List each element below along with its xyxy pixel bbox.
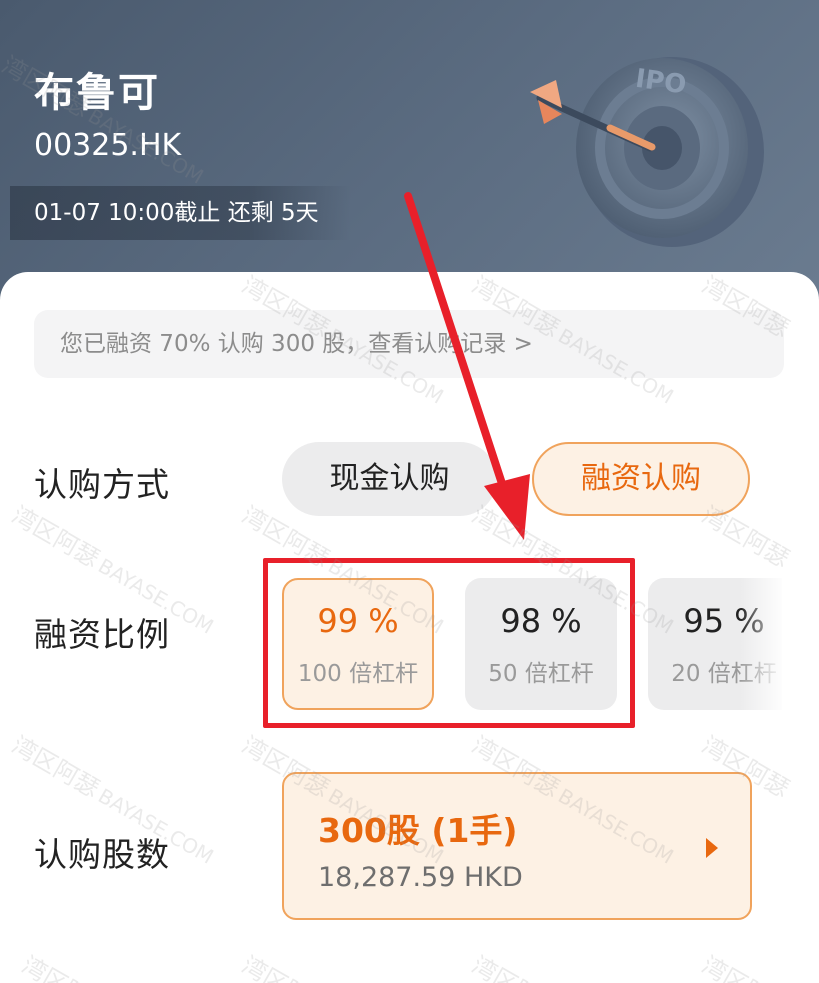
stock-code: 00325.HK bbox=[34, 128, 182, 163]
subscription-method-label: 认购方式 bbox=[34, 465, 170, 504]
chevron-right-icon bbox=[706, 838, 718, 858]
subscription-amount: 18,287.59 HKD bbox=[318, 862, 523, 893]
share-quantity-selector[interactable]: 300股 (1手) 18,287.59 HKD bbox=[282, 772, 752, 920]
share-quantity-value: 300股 (1手) bbox=[318, 811, 518, 850]
scroll-fade bbox=[740, 578, 784, 710]
cash-subscription-button[interactable]: 现金认购 bbox=[282, 442, 497, 516]
stock-name: 布鲁可 bbox=[34, 70, 160, 116]
financing-ratio-label: 融资比例 bbox=[34, 615, 170, 654]
financing-record-link[interactable]: 您已融资 70% 认购 300 股，查看认购记录 > bbox=[34, 310, 784, 378]
share-quantity-label: 认购股数 bbox=[34, 835, 170, 874]
margin-subscription-button[interactable]: 融资认购 bbox=[532, 442, 750, 516]
deadline-banner: 01-07 10:00截止 还剩 5天 bbox=[10, 186, 351, 240]
annotation-highlight-box bbox=[263, 558, 635, 728]
ipo-target-icon: IPO bbox=[530, 57, 764, 247]
